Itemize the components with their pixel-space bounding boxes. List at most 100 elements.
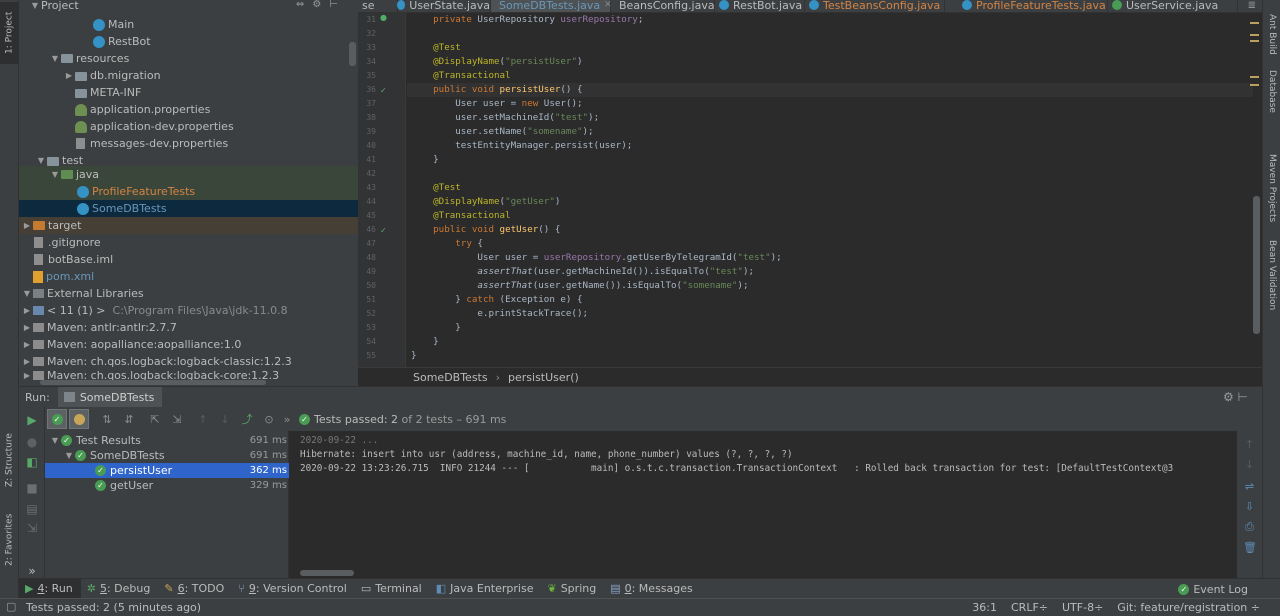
expand-all-icon[interactable]: ⇱	[145, 409, 165, 429]
caret-position[interactable]: 36:1	[972, 601, 997, 614]
chevron-down-icon[interactable]: ▼	[49, 54, 61, 63]
chevron-right-icon[interactable]: ▶	[21, 340, 33, 349]
tree-item-botbase-iml[interactable]: botBase.iml	[19, 251, 358, 268]
ant-build-tab[interactable]: Ant Build	[1263, 14, 1280, 64]
tree-item-profilefeaturetests[interactable]: ProfileFeatureTests	[19, 183, 358, 200]
print-icon[interactable]: ⎙	[1243, 520, 1256, 533]
tree-item-external-libraries[interactable]: ▼ External Libraries	[19, 285, 358, 302]
chevron-right-icon[interactable]: ▶	[21, 357, 33, 366]
trash-icon[interactable]: 🗑	[1243, 541, 1257, 554]
layout-icon[interactable]: ▤	[25, 502, 39, 516]
tree-item-application-dev-properties[interactable]: application-dev.properties	[19, 118, 358, 135]
tab-restbot[interactable]: RestBot.java	[715, 0, 805, 12]
collapse-icon[interactable]: ⇔	[296, 0, 304, 10]
tool-event-log[interactable]: ✓ Event Log	[1172, 579, 1256, 599]
run-tab-somedbtests[interactable]: SomeDBTests	[57, 387, 163, 407]
chevron-down-icon[interactable]: ▼	[63, 451, 75, 460]
sort-duration-icon[interactable]: ⇵	[119, 409, 139, 429]
warning-marker[interactable]	[1250, 76, 1259, 78]
bean-gutter-icon[interactable]: ●	[380, 13, 389, 22]
breadcrumb-class[interactable]: SomeDBTests	[413, 371, 488, 384]
console-horizontal-scrollbar[interactable]	[300, 570, 354, 576]
hide-icon[interactable]: ⊢	[329, 0, 338, 10]
tool-todo[interactable]: ✎ 6: TODO	[158, 579, 232, 599]
tab-truncated[interactable]: se	[358, 0, 398, 12]
tool-run[interactable]: ▶ 4: Run	[19, 578, 81, 599]
test-suite-somedbtests[interactable]: ▼ ✓ SomeDBTests 691 ms	[45, 448, 289, 463]
tab-profilefeaturetests[interactable]: ProfileFeatureTests.java	[958, 0, 1108, 12]
project-horizontal-scrollbar[interactable]	[40, 380, 266, 385]
bean-validation-tab[interactable]: Bean Validation	[1263, 240, 1280, 320]
line-separator[interactable]: CRLF÷	[1011, 601, 1048, 614]
warning-marker[interactable]	[1250, 40, 1259, 42]
up-arrow-icon[interactable]: ↑	[1243, 438, 1256, 451]
tree-item-maven-antlr[interactable]: ▶ Maven: antlr:antlr:2.7.7	[19, 319, 358, 336]
down-arrow-icon[interactable]: ↓	[1243, 458, 1256, 471]
maven-projects-tab[interactable]: Maven Projects	[1263, 154, 1280, 224]
chevron-down-icon[interactable]: ▼	[29, 1, 41, 10]
chevron-down-icon[interactable]: ▼	[21, 289, 33, 298]
next-icon[interactable]: ↓	[215, 409, 235, 429]
gear-icon[interactable]: ⚙ ⊢	[1223, 390, 1248, 404]
tool-terminal[interactable]: ▭ Terminal	[355, 579, 430, 599]
structure-tool-tab[interactable]: Z: Structure	[0, 428, 19, 492]
tree-item-messages-dev-properties[interactable]: messages-dev.properties	[19, 135, 358, 152]
pin-icon[interactable]: ⇲	[25, 521, 39, 535]
warning-marker[interactable]	[1250, 84, 1259, 86]
project-panel-title[interactable]: Project	[41, 0, 79, 12]
project-scrollbar[interactable]	[349, 42, 356, 66]
more-icon[interactable]: »	[25, 564, 39, 578]
tab-beansconfig[interactable]: BeansConfig.java	[611, 0, 715, 12]
tab-userservice[interactable]: UserService.java	[1108, 0, 1238, 12]
chevron-right-icon[interactable]: ▶	[63, 71, 75, 80]
rerun-icon[interactable]: ▶	[25, 413, 39, 427]
tree-item-gitignore[interactable]: .gitignore	[19, 234, 358, 251]
tool-messages[interactable]: ▤ 0: Messages	[604, 579, 701, 599]
git-branch[interactable]: Git: feature/registration ÷	[1117, 601, 1260, 614]
status-message[interactable]: Tests passed: 2 (5 minutes ago)	[0, 601, 201, 614]
tree-item-application-properties[interactable]: application.properties	[19, 101, 358, 118]
tree-item-java[interactable]: ▼ java	[19, 166, 358, 183]
gear-icon[interactable]: ⚙	[312, 0, 321, 10]
database-tab[interactable]: Database	[1263, 70, 1280, 126]
warning-marker[interactable]	[1250, 22, 1259, 24]
show-passed-button[interactable]: ✓	[47, 409, 67, 429]
more-actions-icon[interactable]: »	[281, 409, 293, 429]
file-encoding[interactable]: UTF-8÷	[1062, 601, 1103, 614]
tree-item-restbot[interactable]: RestBot	[19, 33, 358, 50]
tool-windows-icon[interactable]: ▢	[6, 600, 16, 613]
tree-item-db-migration[interactable]: ▶ db.migration	[19, 67, 358, 84]
tool-debug[interactable]: ✲ 5: Debug	[81, 579, 159, 599]
tree-item-maven-aopalliance[interactable]: ▶ Maven: aopalliance:aopalliance:1.0	[19, 336, 358, 353]
previous-icon[interactable]: ↑	[193, 409, 213, 429]
test-results-root[interactable]: ▼ ✓ Test Results 691 ms	[45, 433, 289, 448]
sort-alpha-icon[interactable]: ⇅	[97, 409, 117, 429]
chevron-down-icon[interactable]: ▼	[49, 170, 61, 179]
toggle-auto-test-icon[interactable]: ◧	[25, 455, 39, 469]
chevron-down-icon[interactable]: ▼	[35, 156, 47, 165]
chevron-right-icon[interactable]: ▶	[21, 306, 33, 315]
tree-item-meta-inf[interactable]: META-INF	[19, 84, 358, 101]
test-case-persistuser[interactable]: ✓ persistUser 362 ms	[45, 463, 289, 478]
stop-icon[interactable]: ■	[25, 481, 39, 495]
tool-java-enterprise[interactable]: ◧ Java Enterprise	[430, 579, 542, 599]
test-case-getuser[interactable]: ✓ getUser 329 ms	[45, 478, 289, 493]
soft-wrap-icon[interactable]: ⇌	[1243, 480, 1256, 493]
scroll-to-end-icon[interactable]: ⇩	[1243, 500, 1256, 513]
project-tool-tab[interactable]: 1: Project	[0, 2, 19, 64]
tab-testbeansconfig[interactable]: TestBeansConfig.java	[805, 0, 945, 12]
tree-item-pom-xml[interactable]: pom.xml	[19, 268, 358, 285]
chevron-right-icon[interactable]: ▶	[21, 323, 33, 332]
console-output[interactable]: 2020-09-22 ... Hibernate: insert into us…	[290, 431, 1237, 578]
run-test-icon[interactable]: ✓	[380, 86, 389, 95]
tree-item-somedbtests[interactable]: SomeDBTests	[19, 200, 358, 217]
tool-spring[interactable]: ❦ Spring	[541, 579, 604, 599]
tree-item-resources[interactable]: ▼ resources	[19, 50, 358, 67]
chevron-right-icon[interactable]: ▶	[21, 221, 33, 230]
breadcrumb-method[interactable]: persistUser()	[508, 371, 579, 384]
chevron-right-icon[interactable]: ▶	[21, 371, 33, 380]
collapse-all-icon[interactable]: ⇲	[167, 409, 187, 429]
run-test-icon[interactable]: ✓	[380, 226, 389, 235]
tree-item-main[interactable]: Main	[19, 16, 358, 33]
tab-userstate[interactable]: UserState.java	[393, 0, 491, 12]
